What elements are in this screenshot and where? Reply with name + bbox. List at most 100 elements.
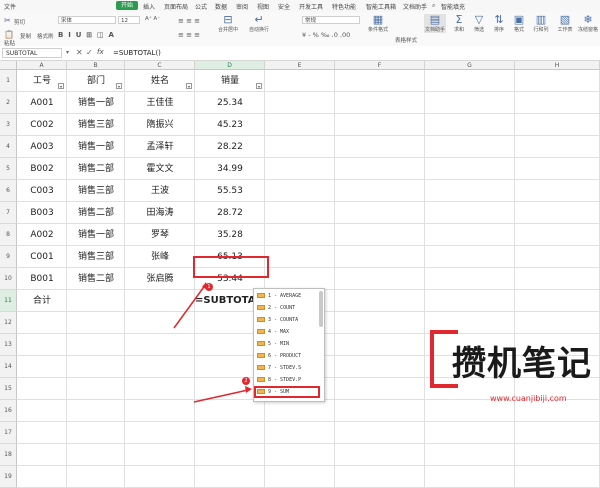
dropdown-item[interactable]: 3 - COUNTA [257, 315, 317, 325]
conditional-format-button[interactable]: ▦ 条件格式 [366, 14, 390, 34]
total-label-cell[interactable]: 合计 [17, 290, 67, 312]
column-header-h[interactable]: H [515, 61, 600, 70]
scissors-icon[interactable]: ✂ [4, 16, 11, 25]
format-button[interactable]: ▣ 格式 [510, 14, 528, 34]
menu-file[interactable]: 文件 [4, 2, 16, 11]
row-header[interactable]: 11 [0, 290, 17, 312]
table-cell[interactable]: C003 [17, 180, 67, 202]
doc-helper-button[interactable]: ▤ 文档助手 [424, 14, 446, 33]
row-header[interactable]: 1 [0, 70, 17, 92]
table-cell[interactable]: A003 [17, 136, 67, 158]
search-icon[interactable]: ⌕ [432, 2, 435, 10]
copy-button[interactable]: 复制 [20, 32, 31, 40]
row-header[interactable]: 17 [0, 422, 17, 444]
dropdown-scrollbar[interactable] [319, 291, 323, 327]
column-header-a[interactable]: A [17, 61, 67, 70]
dropdown-item[interactable]: 8 - STDEV.P [257, 375, 317, 385]
menu-security[interactable]: 安全 [278, 2, 290, 11]
header-cell[interactable]: 销量 [195, 70, 265, 92]
number-format-icons[interactable]: ¥ - % ‰ .0 .00 [302, 31, 350, 39]
column-header-b[interactable]: B [67, 61, 125, 70]
table-cell[interactable]: 销售二部 [67, 268, 125, 290]
row-header[interactable]: 15 [0, 378, 17, 400]
table-cell[interactable]: 28.22 [195, 136, 265, 158]
row-header[interactable]: 9 [0, 246, 17, 268]
column-header-c[interactable]: C [125, 61, 195, 70]
row-header[interactable]: 3 [0, 114, 17, 136]
dropdown-item[interactable]: 7 - STDEV.S [257, 363, 317, 373]
table-cell[interactable]: 销售二部 [67, 202, 125, 224]
table-cell[interactable]: 王佳佳 [125, 92, 195, 114]
table-cell[interactable]: 霍文文 [125, 158, 195, 180]
wrap-button[interactable]: ↵ 自动换行 [245, 14, 273, 34]
font-style-icons[interactable]: B I U ⊞ ◫ A [58, 31, 114, 39]
table-cell[interactable]: C002 [17, 114, 67, 136]
menu-formulas[interactable]: 公式 [195, 2, 207, 11]
smart-search[interactable]: 智能填充 [441, 2, 465, 11]
menu-review[interactable]: 审阅 [236, 2, 248, 11]
column-header-g[interactable]: G [425, 61, 515, 70]
filter-button[interactable]: ▽ 筛选 [470, 14, 488, 34]
menu-doc-helper[interactable]: 文档助手 [403, 2, 427, 11]
column-header-e[interactable]: E [265, 61, 335, 70]
worksheet-button[interactable]: ▧ 工作表 [554, 14, 576, 34]
table-cell[interactable]: 王波 [125, 180, 195, 202]
menu-smart-toolbox[interactable]: 智能工具箱 [366, 2, 396, 11]
table-cell[interactable]: 55.53 [195, 180, 265, 202]
menu-view[interactable]: 视图 [257, 2, 269, 11]
row-col-button[interactable]: ▥ 行和列 [530, 14, 552, 34]
font-name-select[interactable]: 宋体 [58, 16, 116, 24]
filter-dropdown-icon[interactable]: ▾ [256, 83, 262, 89]
dropdown-item[interactable]: 6 - PRODUCT [257, 351, 317, 361]
header-cell[interactable]: 姓名 [125, 70, 195, 92]
menu-data[interactable]: 数据 [215, 2, 227, 11]
align-top-icons[interactable]: ≡ ≡ ≡ [178, 17, 200, 25]
dropdown-item[interactable]: 2 - COUNT [257, 303, 317, 313]
table-cell[interactable]: A002 [17, 224, 67, 246]
row-header[interactable]: 4 [0, 136, 17, 158]
table-cell[interactable]: B002 [17, 158, 67, 180]
row-header[interactable]: 19 [0, 466, 17, 488]
paste-icon[interactable]: 📋 [4, 30, 14, 39]
merge-button[interactable]: ⊟ 合并居中 [215, 14, 241, 34]
table-cell[interactable]: 销售三部 [67, 114, 125, 136]
table-cell[interactable]: A001 [17, 92, 67, 114]
freeze-button[interactable]: ❄ 冻结窗格 [576, 14, 600, 33]
table-cell[interactable]: B001 [17, 268, 67, 290]
table-cell[interactable]: 25.34 [195, 92, 265, 114]
menu-home[interactable]: 开始 [116, 1, 139, 10]
table-cell[interactable]: 销售一部 [67, 92, 125, 114]
cut-button[interactable]: 剪切 [14, 18, 25, 26]
filter-dropdown-icon[interactable]: ▾ [116, 83, 122, 89]
table-cell[interactable]: 销售一部 [67, 136, 125, 158]
sort-button[interactable]: ⇅ 排序 [490, 14, 508, 34]
table-cell[interactable]: 田海涛 [125, 202, 195, 224]
dropdown-item[interactable]: 5 - MIN [257, 339, 317, 349]
row-header[interactable]: 13 [0, 334, 17, 356]
menu-features[interactable]: 特色功能 [332, 2, 356, 11]
table-cell[interactable]: B003 [17, 202, 67, 224]
align-left-icons[interactable]: ≡ ≡ ≡ [178, 31, 200, 39]
row-header[interactable]: 16 [0, 400, 17, 422]
row-header[interactable]: 8 [0, 224, 17, 246]
dropdown-item[interactable]: 4 - MAX [257, 327, 317, 337]
column-header-f[interactable]: F [335, 61, 425, 70]
name-box-dropdown-icon[interactable]: ▾ [66, 49, 69, 56]
cancel-icon[interactable]: ✕ [76, 48, 83, 57]
table-cell[interactable]: 销售二部 [67, 158, 125, 180]
table-cell[interactable]: 销售一部 [67, 224, 125, 246]
name-box[interactable]: SUBTOTAL [2, 48, 62, 58]
row-header[interactable]: 12 [0, 312, 17, 334]
table-cell[interactable]: 隋振兴 [125, 114, 195, 136]
table-cell[interactable]: 35.28 [195, 224, 265, 246]
table-cell[interactable]: 45.23 [195, 114, 265, 136]
select-all-corner[interactable] [0, 61, 17, 70]
row-header[interactable]: 5 [0, 158, 17, 180]
sum-button[interactable]: Σ 求和 [450, 14, 468, 34]
filter-dropdown-icon[interactable]: ▾ [58, 83, 64, 89]
number-format-select[interactable]: 常规 [302, 16, 360, 24]
menu-insert[interactable]: 插入 [143, 2, 155, 11]
row-header[interactable]: 14 [0, 356, 17, 378]
table-cell[interactable]: 罗琴 [125, 224, 195, 246]
format-painter-button[interactable]: 格式刷 [37, 32, 54, 40]
